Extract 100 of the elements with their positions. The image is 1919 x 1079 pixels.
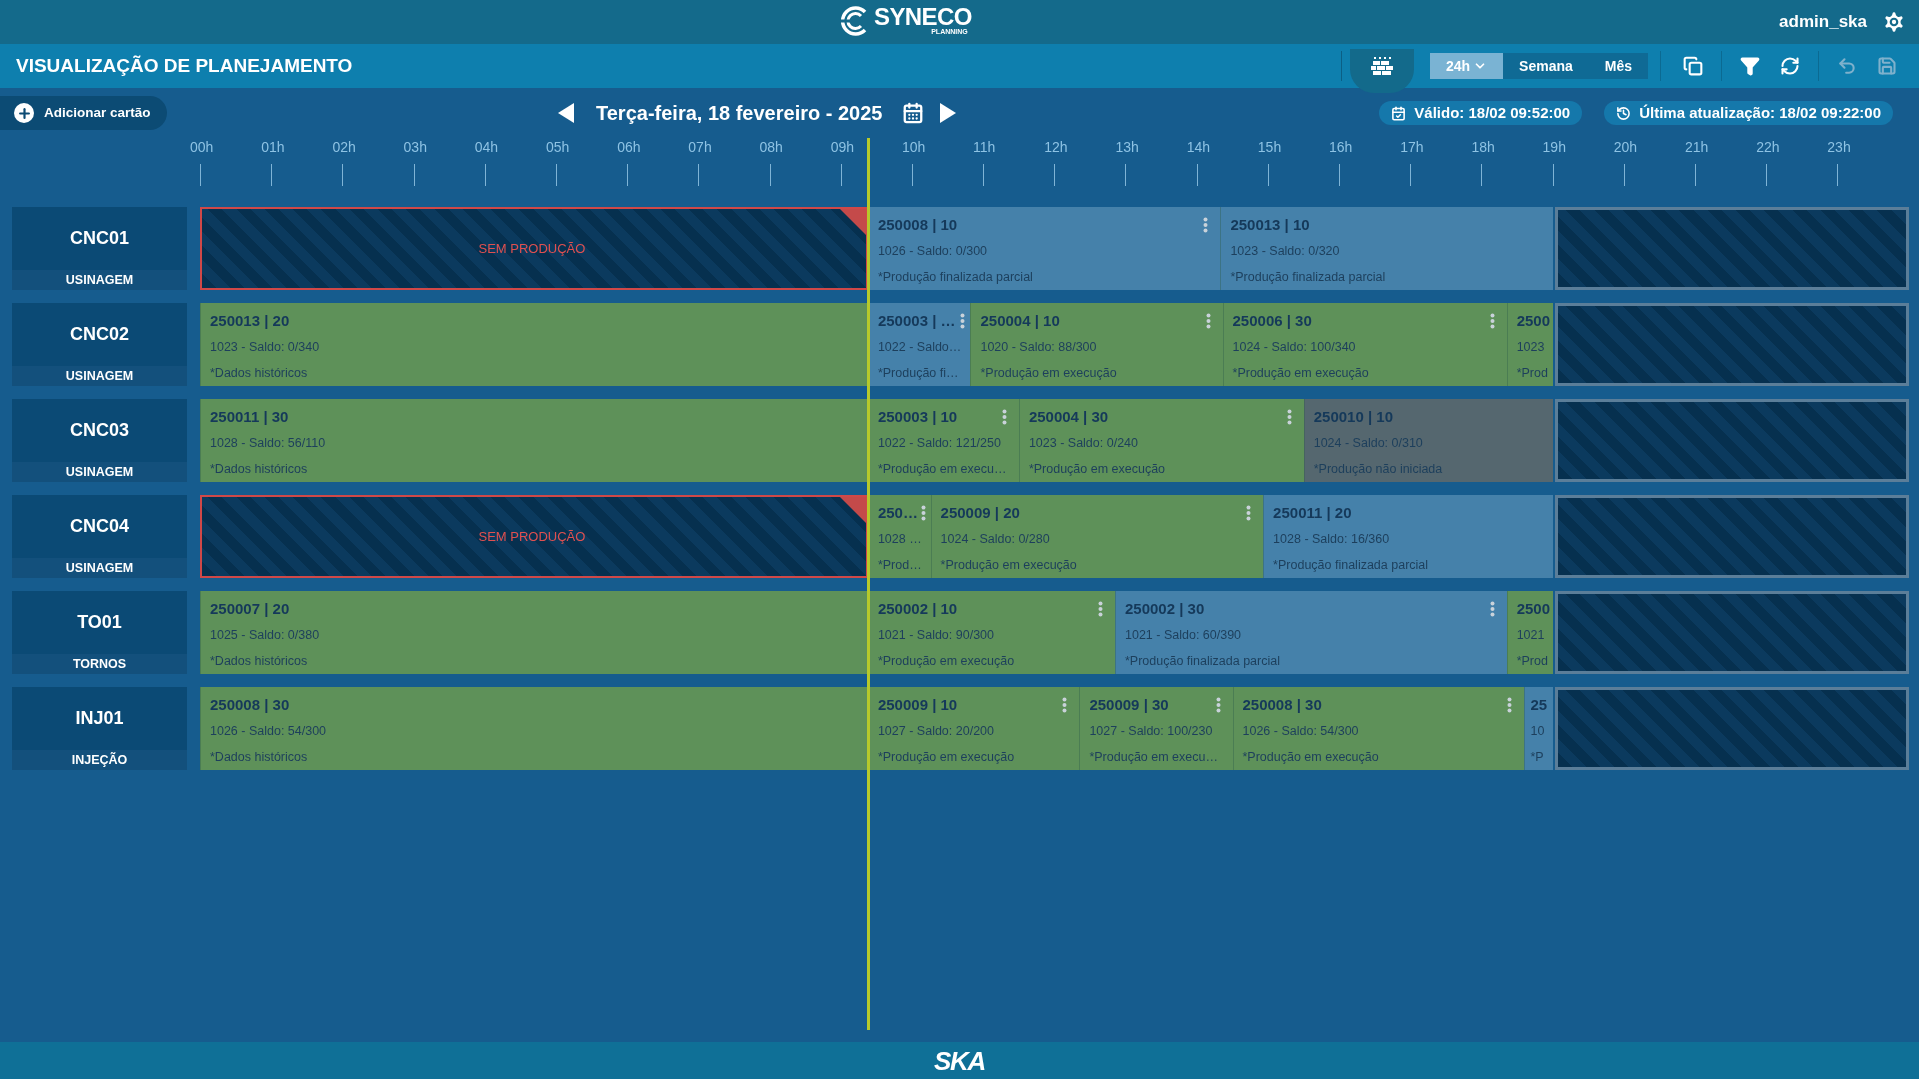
order-balance: 1020 - Saldo: 88/300	[980, 339, 1097, 355]
plus-icon	[14, 103, 34, 123]
hour-label: 07h	[688, 139, 712, 155]
order-card[interactable]: 250008 | 30 1026 - Saldo: 54/300 *Produção em execução	[1232, 687, 1525, 770]
page-title: VISUALIZAÇÃO DE PLANEJAMENTO	[16, 53, 354, 78]
order-card[interactable]: 250007 | 20 1025 - Saldo: 0/380 *Dados históricos	[200, 591, 868, 674]
order-card[interactable]: 250010 | 10 1024 - Saldo: 0/310 *Produção não iniciada	[1303, 399, 1553, 482]
add-card-button[interactable]: Adicionar cartão	[0, 96, 167, 130]
order-title: 250003 | …	[877, 312, 956, 330]
hour-label: 12h	[1044, 139, 1068, 155]
more-icon[interactable]	[1205, 313, 1211, 329]
previous-day-arrow[interactable]	[556, 102, 576, 124]
order-status: *Produção em execução	[877, 653, 1015, 669]
more-icon[interactable]	[1507, 697, 1513, 713]
order-balance: 1022 - Saldo: 121/250	[877, 435, 1001, 451]
more-icon[interactable]	[960, 313, 966, 329]
order-title: 2500	[1516, 312, 1550, 330]
order-card[interactable]: 2500 1021 *Prod	[1506, 591, 1553, 674]
hour-label: 18h	[1471, 139, 1495, 155]
hour-label: 15h	[1257, 139, 1282, 155]
more-icon[interactable]	[1001, 409, 1007, 425]
view-option-tab[interactable]: Mês	[1588, 53, 1648, 79]
order-balance: 1026 - Saldo: 54/300	[210, 723, 327, 739]
hour-label: 20h	[1613, 139, 1638, 155]
more-icon[interactable]	[1098, 601, 1103, 617]
more-icon[interactable]	[1246, 505, 1252, 521]
order-title: 250004 | 30	[1028, 408, 1109, 426]
hour-label: 04h	[474, 139, 499, 155]
hour-label: 10h	[901, 139, 926, 155]
order-card[interactable]: 250009 | 10 1027 - Saldo: 20/200 *Produção em execução	[867, 687, 1080, 770]
order-card[interactable]: 250002 | 10 1021 - Saldo: 90/300 *Produção em execução	[867, 591, 1115, 674]
order-balance: 1023 - Saldo: 0/340	[210, 339, 320, 355]
order-balance: 1026 - Saldo: 54/300	[1242, 723, 1359, 739]
order-status: *Prod…	[877, 557, 922, 573]
order-card[interactable]: 250013 | 10 1023 - Saldo: 0/320 *Produção finalizada parcial	[1220, 207, 1553, 290]
more-icon[interactable]	[920, 505, 926, 521]
order-balance: 1024 - Saldo: 100/340	[1232, 339, 1356, 355]
calendar-icon[interactable]	[902, 102, 925, 124]
hour-label: 16h	[1329, 139, 1353, 155]
order-title: 250009 | 20	[940, 504, 1020, 522]
order-title: 250011 | 30	[210, 408, 289, 426]
hour-label: 23h	[1827, 139, 1851, 155]
order-status: *Produção finalizada parcial	[1273, 557, 1429, 573]
view-option-tab[interactable]: Semana	[1503, 53, 1589, 79]
order-status: *Produção fi…	[877, 365, 959, 381]
order-card[interactable]: 250003 | 10 1022 - Saldo: 121/250 *Produção em execu…	[867, 399, 1019, 482]
bricks-icon	[1370, 56, 1393, 76]
order-balance: 1021 - Saldo: 90/300	[877, 627, 994, 643]
order-status: *Produção em execu…	[1089, 749, 1218, 765]
order-balance: 1022 - Saldo…	[877, 339, 962, 355]
more-icon[interactable]	[1062, 697, 1068, 713]
order-card[interactable]: 25 10 *P	[1524, 687, 1553, 770]
order-balance: 1024 - Saldo: 0/280	[940, 531, 1050, 547]
machine-name: TO01	[12, 591, 187, 654]
order-card[interactable]: 250004 | 10 1020 - Saldo: 88/300 *Produção em execução	[970, 303, 1223, 386]
order-card[interactable]: 250… 1028 … *Prod…	[867, 495, 931, 578]
order-balance: 1023 - Saldo: 0/320	[1230, 243, 1340, 259]
order-card[interactable]: 250004 | 30 1023 - Saldo: 0/240 *Produção em execução	[1018, 399, 1304, 482]
order-title: 250002 | 10	[877, 600, 958, 618]
order-card[interactable]: 250008 | 30 1026 - Saldo: 54/300 *Dados históricos	[200, 687, 868, 770]
order-card[interactable]: 250011 | 30 1028 - Saldo: 56/110 *Dados históricos	[200, 399, 868, 482]
footer-logo: SKA	[934, 1047, 985, 1074]
order-status: *Produção em execução	[1028, 461, 1166, 477]
order-title: 250004 | 10	[980, 312, 1060, 330]
hour-label: 19h	[1542, 139, 1566, 155]
order-status: *Dados históricos	[210, 365, 308, 381]
order-card[interactable]: 250006 | 30 1024 - Saldo: 100/340 *Produção em execução	[1222, 303, 1507, 386]
order-card[interactable]: 250009 | 30 1027 - Saldo: 100/230 *Produção em execu…	[1079, 687, 1233, 770]
more-icon[interactable]	[1215, 697, 1221, 713]
order-balance: 1028 …	[877, 531, 922, 547]
order-balance: 1026 - Saldo: 0/300	[877, 243, 988, 259]
order-title: 250008 | 10	[877, 216, 958, 234]
valid-until-badge: Válido: 18/02 09:52:00	[1379, 101, 1583, 125]
order-status: *Dados históricos	[210, 653, 308, 669]
hour-label: 00h	[190, 139, 214, 155]
order-card[interactable]: 250008 | 10 1026 - Saldo: 0/300 *Produção finalizada parcial	[867, 207, 1221, 290]
order-title: 250003 | 10	[877, 408, 958, 426]
order-title: 250011 | 20	[1273, 504, 1352, 522]
order-title: 250006 | 30	[1232, 312, 1312, 330]
order-status: *Produção não iniciada	[1313, 461, 1443, 477]
order-card[interactable]: 250002 | 30 1021 - Saldo: 60/390 *Produção finalizada parcial	[1115, 591, 1507, 674]
order-status: *Dados históricos	[210, 461, 308, 477]
order-title: 250008 | 30	[1242, 696, 1322, 714]
order-balance: 1028 - Saldo: 16/360	[1273, 531, 1390, 547]
hour-label: 11h	[973, 139, 996, 155]
more-icon[interactable]	[1489, 601, 1495, 617]
order-card[interactable]: 2500 1023 *Prod	[1506, 303, 1553, 386]
order-card[interactable]: 250003 | … 1022 - Saldo… *Produção fi…	[867, 303, 971, 386]
more-icon[interactable]	[1203, 217, 1209, 233]
planning-tab[interactable]	[1349, 49, 1414, 93]
order-card[interactable]: 250013 | 20 1023 - Saldo: 0/340 *Dados históricos	[200, 303, 868, 386]
more-icon[interactable]	[1286, 409, 1292, 425]
order-status: *Prod	[1516, 365, 1548, 381]
order-title: 250010 | 10	[1313, 408, 1393, 426]
order-card[interactable]: 250011 | 20 1028 - Saldo: 16/360 *Produção finalizada parcial	[1263, 495, 1553, 578]
view-option-tab[interactable]: 24h	[1429, 53, 1504, 79]
order-title: 250009 | 10	[877, 696, 958, 714]
order-card[interactable]: 250009 | 20 1024 - Saldo: 0/280 *Produção em execução	[930, 495, 1264, 578]
more-icon[interactable]	[1489, 313, 1495, 329]
machine-group: TORNOS	[12, 654, 187, 674]
